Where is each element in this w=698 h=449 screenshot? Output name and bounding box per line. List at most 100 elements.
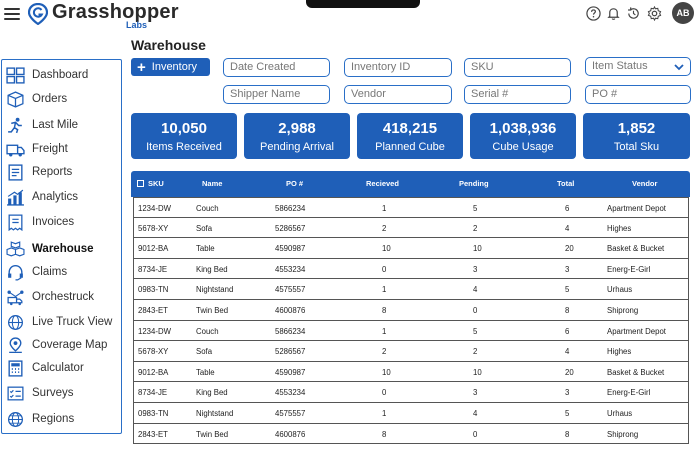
column-header-pending[interactable]: Pending	[459, 179, 489, 188]
cell-name: Nightstand	[196, 285, 234, 295]
cell-sku: 0983-TN	[138, 408, 169, 418]
item-status-select[interactable]: Item Status	[585, 57, 691, 76]
cell-total: 3	[565, 388, 570, 398]
cell-sku: 8734-JE	[138, 264, 168, 274]
cell-total: 20	[565, 244, 574, 254]
po-field[interactable]: PO #	[585, 85, 691, 104]
table-row[interactable]: 8734-JE King Bed 4553234 0 3 3 Energ-E-Girl	[133, 258, 689, 280]
cell-recieved: 0	[382, 388, 387, 398]
cell-vendor: Basket & Bucket	[607, 244, 665, 254]
cell-recieved: 10	[382, 244, 391, 254]
cell-name: Nightstand	[196, 408, 234, 418]
inventory-id-field[interactable]: Inventory ID	[344, 58, 452, 77]
sidebar-item-label: Claims	[32, 266, 68, 278]
column-header-name[interactable]: Name	[202, 179, 222, 188]
cell-pending: 2	[473, 347, 478, 357]
table-row[interactable]: 5678-XY Sofa 5286567 2 2 4 Highes	[133, 341, 689, 362]
sidebar-item-surveys[interactable]: Surveys	[6, 384, 74, 402]
table-row[interactable]: 0983-TN Nightstand 4575557 1 4 5 Urhaus	[133, 279, 689, 300]
cell-vendor: Highes	[607, 347, 632, 357]
sidebar-item-analytics[interactable]: Analytics	[6, 188, 78, 206]
avatar[interactable]: AB	[672, 2, 694, 24]
cell-pending: 5	[473, 204, 478, 213]
sidebar-item-freight[interactable]: Freight	[6, 140, 68, 158]
column-header-recieved[interactable]: Recieved	[366, 179, 399, 188]
sidebar-item-dashboard[interactable]: Dashboard	[6, 66, 88, 84]
cell-total: 20	[565, 367, 574, 377]
logo-icon	[28, 3, 48, 25]
column-header-po[interactable]: PO #	[286, 179, 303, 188]
cell-po: 4590987	[275, 367, 306, 377]
cell-po: 5866234	[275, 326, 306, 336]
cell-recieved: 8	[382, 305, 387, 315]
table-row[interactable]: 0983-TN Nightstand 4575557 1 4 5 Urhaus	[133, 402, 689, 424]
stat-card-cube-usage: 1,038,936 Cube Usage	[470, 113, 576, 159]
plus-icon: +	[137, 58, 146, 76]
stat-value: 2,988	[278, 120, 316, 137]
table-row[interactable]: 9012-BA Table 4590987 10 10 20 Basket & Bucket	[133, 361, 689, 383]
column-header-sku[interactable]: SKU	[148, 179, 164, 188]
gear-icon[interactable]	[647, 6, 662, 21]
sidebar-item-label: Orders	[32, 93, 68, 105]
shipper-name-field[interactable]: Shipper Name	[223, 85, 330, 104]
cell-po: 5286567	[275, 347, 306, 357]
sidebar-item-last-mile[interactable]: Last Mile	[6, 116, 78, 134]
cell-name: Table	[196, 367, 215, 377]
vendor-field[interactable]: Vendor	[344, 85, 452, 104]
sidebar-item-label: Invoices	[32, 216, 75, 228]
bell-icon[interactable]	[606, 6, 621, 21]
cell-recieved: 2	[382, 223, 387, 233]
stat-label: Pending Arrival	[260, 141, 334, 153]
cell-sku: 9012-BA	[138, 244, 169, 254]
date-created-field[interactable]: Date Created	[223, 58, 330, 77]
cell-pending: 4	[473, 285, 478, 295]
brand-name: Grasshopper	[52, 1, 179, 23]
cell-sku: 1234-DW	[138, 326, 171, 336]
sidebar-item-coverage-map[interactable]: Coverage Map	[6, 336, 107, 354]
survey-icon	[7, 386, 24, 400]
serial-field[interactable]: Serial #	[464, 85, 571, 104]
sidebar-item-orders[interactable]: Orders	[6, 90, 67, 108]
cell-vendor: Highes	[607, 223, 632, 233]
sidebar-item-orchestruck[interactable]: Orchestruck	[6, 288, 94, 306]
table-row[interactable]: 9012-BA Table 4590987 10 10 20 Basket & Bucket	[133, 238, 689, 259]
sidebar-item-regions[interactable]: Regions	[6, 410, 74, 428]
stat-card-pending-arrival: 2,988 Pending Arrival	[244, 113, 350, 159]
cell-sku: 9012-BA	[138, 367, 169, 377]
table-row[interactable]: 5678-XY Sofa 5286567 2 2 4 Highes	[133, 217, 689, 239]
menu-icon[interactable]	[4, 8, 20, 20]
select-all-checkbox[interactable]	[137, 180, 144, 187]
table-row[interactable]: 2843-ET Twin Bed 4600876 8 0 8 Shiprong	[133, 299, 689, 321]
cell-pending: 4	[473, 408, 478, 418]
cell-vendor: Basket & Bucket	[607, 367, 665, 377]
cell-po: 5866234	[275, 204, 306, 213]
table-row[interactable]: 8734-JE King Bed 4553234 0 3 3 Energ-E-Girl	[133, 382, 689, 403]
sidebar-item-claims[interactable]: Claims	[6, 263, 67, 281]
table-row[interactable]: 1234-DW Couch 5866234 1 5 6 Apartment Depot	[133, 197, 689, 218]
page-title: Warehouse	[131, 37, 206, 53]
cell-po: 5286567	[275, 223, 306, 233]
history-icon[interactable]	[626, 6, 641, 21]
cell-sku: 2843-ET	[138, 305, 168, 315]
cell-pending: 0	[473, 305, 478, 315]
column-header-vendor[interactable]: Vendor	[632, 179, 657, 188]
chevron-down-icon	[674, 64, 684, 71]
invoice-icon	[8, 213, 23, 231]
sidebar-item-label: Analytics	[32, 191, 79, 203]
sidebar-item-label: Calculator	[32, 362, 84, 374]
help-icon[interactable]	[586, 6, 601, 21]
table-row[interactable]: 1234-DW Couch 5866234 1 5 6 Apartment Depot	[133, 320, 689, 342]
sidebar-item-label: Coverage Map	[32, 339, 108, 351]
column-header-total[interactable]: Total	[557, 179, 574, 188]
stat-value: 10,050	[161, 120, 207, 137]
sidebar-item-live-truck-view[interactable]: Live Truck View	[6, 313, 112, 331]
cell-total: 4	[565, 223, 570, 233]
sidebar-item-warehouse[interactable]: Warehouse	[6, 240, 94, 258]
sidebar-item-invoices[interactable]: Invoices	[6, 213, 74, 231]
sidebar-item-calculator[interactable]: Calculator	[6, 359, 84, 377]
add-inventory-button[interactable]: + Inventory	[131, 58, 210, 76]
cell-pending: 5	[473, 326, 478, 336]
sidebar-item-reports[interactable]: Reports	[6, 163, 72, 181]
table-row[interactable]: 2843-ET Twin Bed 4600876 8 0 8 Shiprong	[133, 423, 689, 445]
sku-field[interactable]: SKU	[464, 58, 571, 77]
